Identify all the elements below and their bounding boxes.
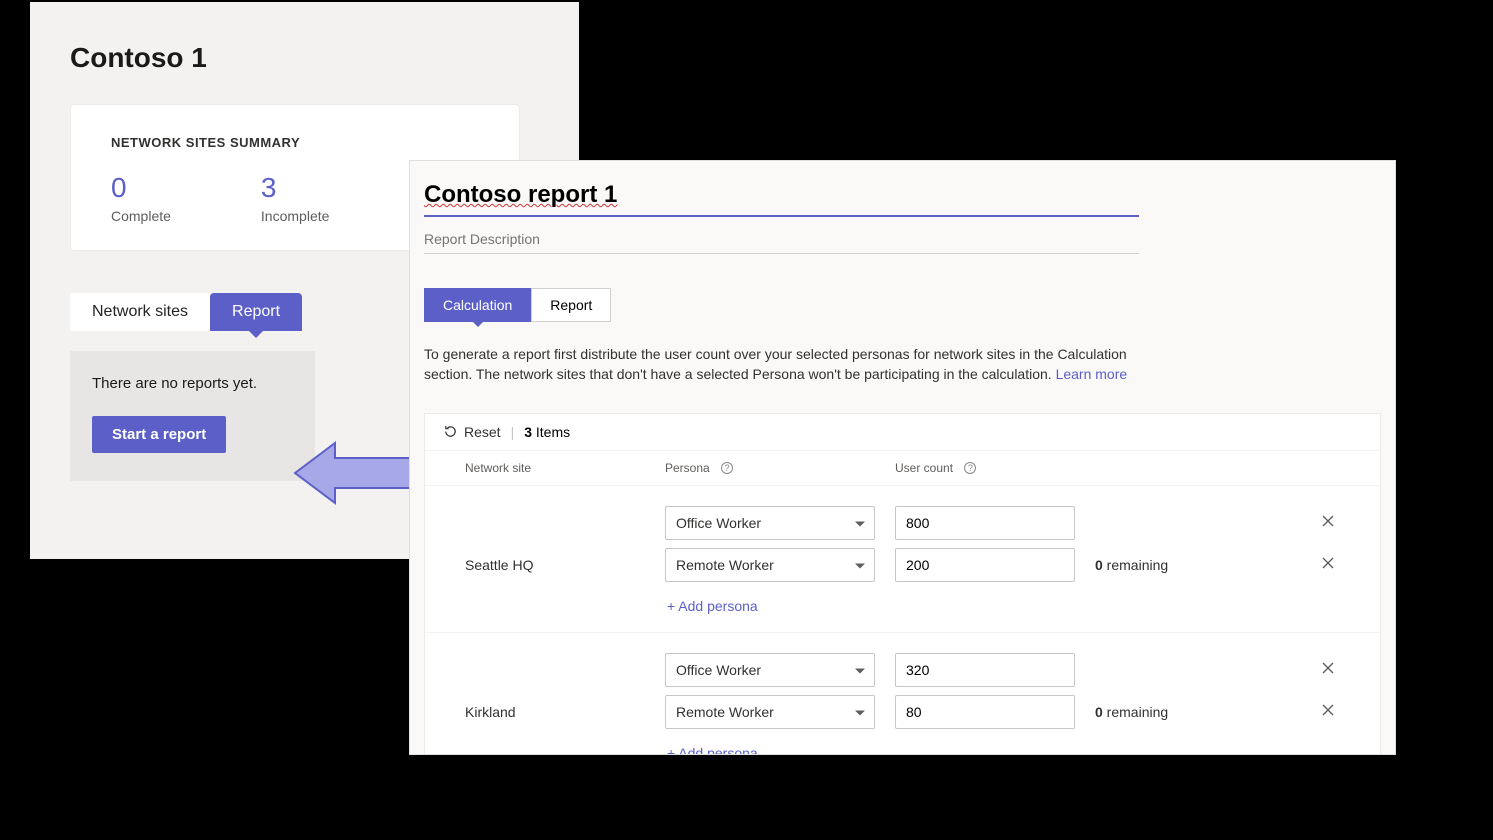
table-header-row: Network site Persona ? User count ? xyxy=(425,451,1380,486)
col-user-count: User count ? xyxy=(895,461,1095,475)
close-icon xyxy=(1321,556,1335,570)
user-count-input[interactable] xyxy=(895,548,1075,582)
report-detail-panel: Calculation Report To generate a report … xyxy=(409,160,1396,755)
persona-row: Seattle HQ 0 remaining xyxy=(425,544,1380,586)
remaining-text: 0 remaining xyxy=(1095,557,1275,573)
tab-report-view[interactable]: Report xyxy=(531,288,611,322)
report-tabs: Calculation Report xyxy=(424,288,1381,322)
learn-more-link[interactable]: Learn more xyxy=(1056,366,1128,382)
no-reports-text: There are no reports yet. xyxy=(92,375,293,392)
add-persona-button[interactable]: + Add persona xyxy=(665,745,895,755)
stat-complete: 0 Complete xyxy=(111,174,171,224)
table-toolbar: Reset | 3 Items xyxy=(425,414,1380,451)
site-name: Seattle HQ xyxy=(465,557,665,573)
remove-row-button[interactable] xyxy=(1321,514,1335,531)
tab-report[interactable]: Report xyxy=(210,293,302,331)
reset-button[interactable]: Reset xyxy=(443,424,501,440)
remaining-text: 0 remaining xyxy=(1095,704,1275,720)
close-icon xyxy=(1321,661,1335,675)
tab-calculation[interactable]: Calculation xyxy=(424,288,531,322)
complete-label: Complete xyxy=(111,208,171,224)
calculation-table: Reset | 3 Items Network site Persona ? U… xyxy=(424,413,1381,755)
tab-network-sites[interactable]: Network sites xyxy=(70,293,210,331)
persona-select[interactable] xyxy=(665,653,875,687)
items-count: 3 Items xyxy=(524,424,570,440)
page-title: Contoso 1 xyxy=(70,42,559,74)
info-icon[interactable]: ? xyxy=(964,462,976,474)
user-count-input[interactable] xyxy=(895,653,1075,687)
close-icon xyxy=(1321,514,1335,528)
persona-select[interactable] xyxy=(665,548,875,582)
reset-icon xyxy=(443,424,458,439)
site-name: Kirkland xyxy=(465,704,665,720)
remove-row-button[interactable] xyxy=(1321,703,1335,720)
report-empty-pane: There are no reports yet. Start a report xyxy=(70,351,315,481)
user-count-input[interactable] xyxy=(895,506,1075,540)
persona-row: Kirkland 0 remaining xyxy=(425,691,1380,733)
site-group: Seattle HQ 0 remaining + Add persona xyxy=(425,486,1380,633)
persona-select[interactable] xyxy=(665,695,875,729)
user-count-input[interactable] xyxy=(895,695,1075,729)
incomplete-count: 3 xyxy=(261,174,329,202)
persona-row xyxy=(425,502,1380,544)
persona-row xyxy=(425,649,1380,691)
summary-heading: NETWORK SITES SUMMARY xyxy=(111,135,479,150)
info-icon[interactable]: ? xyxy=(721,462,733,474)
add-persona-row: + Add persona xyxy=(425,733,1380,755)
persona-select[interactable] xyxy=(665,506,875,540)
complete-count: 0 xyxy=(111,174,171,202)
add-persona-row: + Add persona xyxy=(425,586,1380,618)
col-network-site: Network site xyxy=(465,461,665,475)
incomplete-label: Incomplete xyxy=(261,208,329,224)
report-description-input[interactable] xyxy=(424,217,1139,254)
toolbar-divider: | xyxy=(511,424,515,440)
remove-row-button[interactable] xyxy=(1321,661,1335,678)
start-report-button[interactable]: Start a report xyxy=(92,416,226,453)
report-name-input[interactable] xyxy=(424,179,1139,217)
remove-row-button[interactable] xyxy=(1321,556,1335,573)
calculation-info-text: To generate a report first distribute th… xyxy=(424,344,1164,385)
close-icon xyxy=(1321,703,1335,717)
add-persona-button[interactable]: + Add persona xyxy=(665,598,895,614)
stat-incomplete: 3 Incomplete xyxy=(261,174,329,224)
col-persona: Persona ? xyxy=(665,461,895,475)
site-group: Kirkland 0 remaining + Add persona xyxy=(425,633,1380,755)
